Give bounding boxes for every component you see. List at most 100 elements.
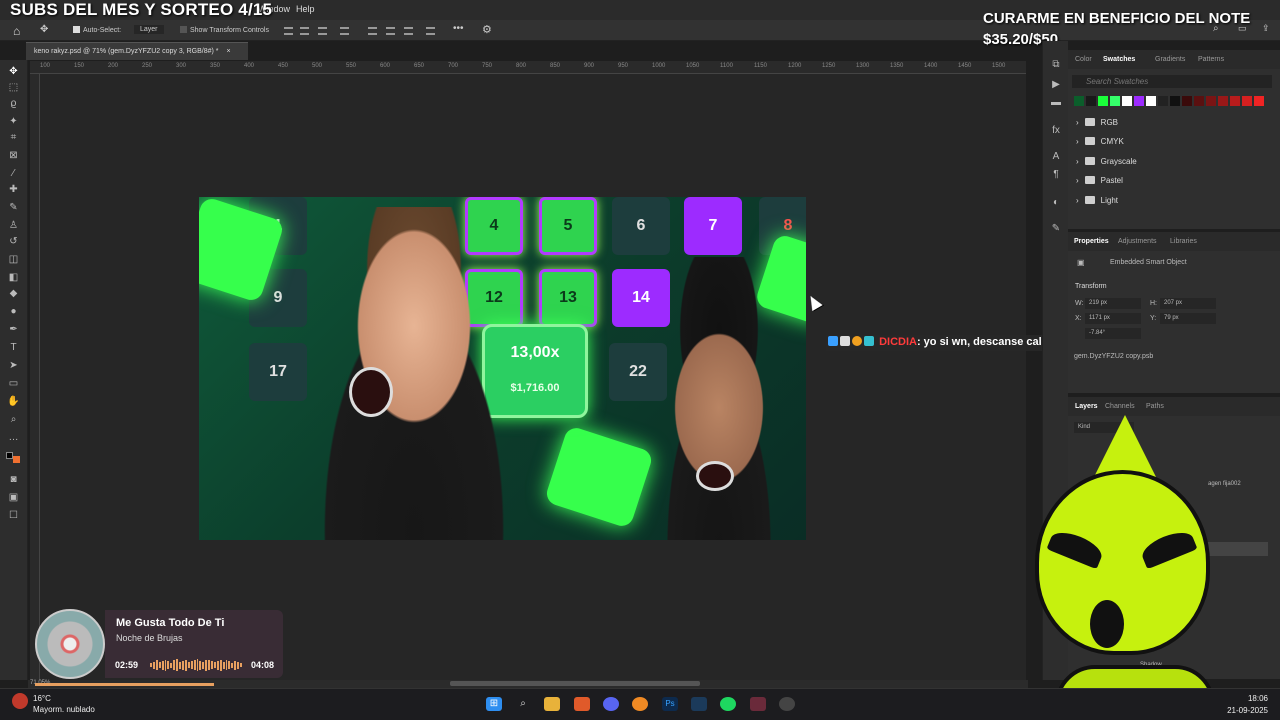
align-center-icon[interactable] — [300, 27, 309, 35]
brave-browser-icon[interactable] — [574, 697, 590, 711]
tab-paths[interactable]: Paths — [1146, 403, 1164, 410]
tab-gradients[interactable]: Gradients — [1155, 56, 1185, 63]
type-tool-icon[interactable]: T — [7, 342, 20, 353]
eyedropper-icon[interactable]: ⁄ — [7, 168, 20, 179]
photoshop-icon[interactable]: Ps — [662, 697, 678, 711]
tab-channels[interactable]: Channels — [1105, 403, 1135, 410]
zoom-tool-icon[interactable]: ⌕ — [7, 414, 20, 425]
swatch[interactable] — [1218, 96, 1228, 106]
distribute-1-icon[interactable] — [368, 27, 377, 35]
screen-mode-icon[interactable]: ▣ — [7, 492, 20, 503]
swatch-group-cmyk[interactable]: › CMYK — [1076, 137, 1124, 146]
more-tools-icon[interactable]: … — [7, 432, 20, 443]
quick-mask-icon[interactable]: ◙ — [7, 474, 20, 485]
background-color-swatch[interactable] — [13, 456, 20, 463]
y-input[interactable]: 79 px — [1160, 313, 1216, 324]
swatch[interactable] — [1086, 96, 1096, 106]
document-tab[interactable]: keno rakyz.psd @ 71% (gem.DyzYFZU2 copy … — [26, 42, 248, 60]
weather-icon[interactable] — [12, 693, 28, 709]
move-tool-icon[interactable]: ✥ — [40, 24, 48, 35]
rectangle-tool-icon[interactable]: ▭ — [7, 378, 20, 389]
home-icon[interactable]: ⌂ — [13, 24, 20, 38]
lasso-tool-icon[interactable]: ϱ — [7, 98, 20, 109]
more-options-icon[interactable]: ••• — [453, 23, 464, 34]
layer-select[interactable]: Layer — [134, 25, 164, 34]
stamp-tool-icon[interactable]: ♙ — [7, 220, 20, 231]
healing-brush-icon[interactable]: ✚ — [7, 184, 20, 195]
steam-icon[interactable] — [691, 697, 707, 711]
gear-icon[interactable]: ⚙ — [482, 23, 492, 36]
artwork-image[interactable]: 1 4 5 6 7 8 9 12 13 14 17 22 13,00x $1,7… — [199, 197, 806, 540]
magic-wand-icon[interactable]: ✦ — [7, 116, 20, 127]
app-icon[interactable] — [750, 697, 766, 711]
system-clock[interactable]: 18:06 21-09-2025 — [1226, 693, 1268, 717]
file-explorer-icon[interactable] — [544, 697, 560, 711]
hand-tool-icon[interactable]: ✋ — [7, 396, 20, 407]
comment-icon[interactable]: ▬ — [1050, 97, 1062, 108]
layer-name[interactable]: agen fija002 — [1208, 481, 1241, 487]
swatch[interactable] — [1182, 96, 1192, 106]
paragraph-icon[interactable]: ¶ — [1050, 169, 1062, 180]
fx-icon[interactable]: fx — [1050, 125, 1062, 136]
foreground-color-swatch[interactable] — [6, 452, 13, 459]
swatch[interactable] — [1170, 96, 1180, 106]
3d-icon[interactable]: ◐ — [1050, 197, 1062, 208]
edit-toolbar-icon[interactable]: ☐ — [7, 510, 20, 521]
height-input[interactable]: 207 px — [1160, 298, 1216, 309]
tab-swatches[interactable]: Swatches — [1103, 56, 1135, 63]
pen-tool-icon[interactable]: ✒ — [7, 324, 20, 335]
discord-icon[interactable] — [603, 697, 619, 711]
distribute-4-icon[interactable] — [426, 27, 435, 35]
tab-color[interactable]: Color — [1075, 56, 1092, 63]
character-icon[interactable]: A — [1050, 151, 1062, 162]
swatch[interactable] — [1146, 96, 1156, 106]
swatch[interactable] — [1134, 96, 1144, 106]
swatch[interactable] — [1242, 96, 1252, 106]
tab-properties[interactable]: Properties — [1074, 238, 1109, 245]
swatch[interactable] — [1206, 96, 1216, 106]
tab-libraries[interactable]: Libraries — [1170, 238, 1197, 245]
swatch[interactable] — [1098, 96, 1108, 106]
show-transform-checkbox[interactable]: Show Transform Controls — [180, 26, 269, 34]
swatch-group-pastel[interactable]: › Pastel — [1076, 176, 1123, 185]
blur-tool-icon[interactable]: ◆ — [7, 288, 20, 299]
swatch[interactable] — [1122, 96, 1132, 106]
play-icon[interactable]: ▶ — [1050, 79, 1062, 90]
swatch-group-rgb[interactable]: › RGB — [1076, 118, 1118, 127]
swatch[interactable] — [1074, 96, 1084, 106]
distribute-2-icon[interactable] — [386, 27, 395, 35]
dodge-tool-icon[interactable]: ● — [7, 306, 20, 317]
history-brush-icon[interactable]: ↺ — [7, 236, 20, 247]
swatch[interactable] — [1158, 96, 1168, 106]
align-top-icon[interactable] — [340, 27, 349, 35]
swatch-group-grayscale[interactable]: › Grayscale — [1076, 157, 1137, 166]
eraser-tool-icon[interactable]: ◫ — [7, 254, 20, 265]
menu-help[interactable]: Help — [296, 4, 315, 14]
swatch-search-input[interactable]: Search Swatches — [1072, 75, 1272, 88]
crop-tool-icon[interactable]: ⌗ — [7, 132, 20, 143]
blender-icon[interactable] — [632, 697, 648, 711]
swatch[interactable] — [1194, 96, 1204, 106]
auto-select-checkbox[interactable]: Auto-Select: — [73, 26, 121, 34]
swatch-group-light[interactable]: › Light — [1076, 196, 1118, 205]
path-select-icon[interactable]: ➤ — [7, 360, 20, 371]
marquee-tool-icon[interactable]: ⬚ — [7, 82, 20, 93]
history-icon[interactable]: ⧉ — [1050, 59, 1062, 70]
gradient-tool-icon[interactable]: ◧ — [7, 272, 20, 283]
obs-icon[interactable] — [779, 697, 795, 711]
search-icon[interactable]: ⌕ — [515, 697, 531, 711]
close-tab-icon[interactable]: × — [226, 48, 230, 55]
weather-widget[interactable]: 16°C Mayorm. nublado — [33, 693, 95, 715]
tab-patterns[interactable]: Patterns — [1198, 56, 1224, 63]
windows-start-icon[interactable]: ⊞ — [486, 697, 502, 711]
swatch[interactable] — [1230, 96, 1240, 106]
align-right-icon[interactable] — [318, 27, 327, 35]
frame-tool-icon[interactable]: ⊠ — [7, 150, 20, 161]
horizontal-scrollbar[interactable] — [450, 681, 700, 686]
angle-input[interactable]: -7.84° — [1085, 328, 1141, 339]
tab-layers[interactable]: Layers — [1075, 403, 1098, 410]
brush-tool-icon[interactable]: ✎ — [7, 202, 20, 213]
distribute-3-icon[interactable] — [404, 27, 413, 35]
move-tool-icon[interactable]: ✥ — [7, 66, 20, 77]
share-icon[interactable]: ⇪ — [1262, 23, 1270, 34]
